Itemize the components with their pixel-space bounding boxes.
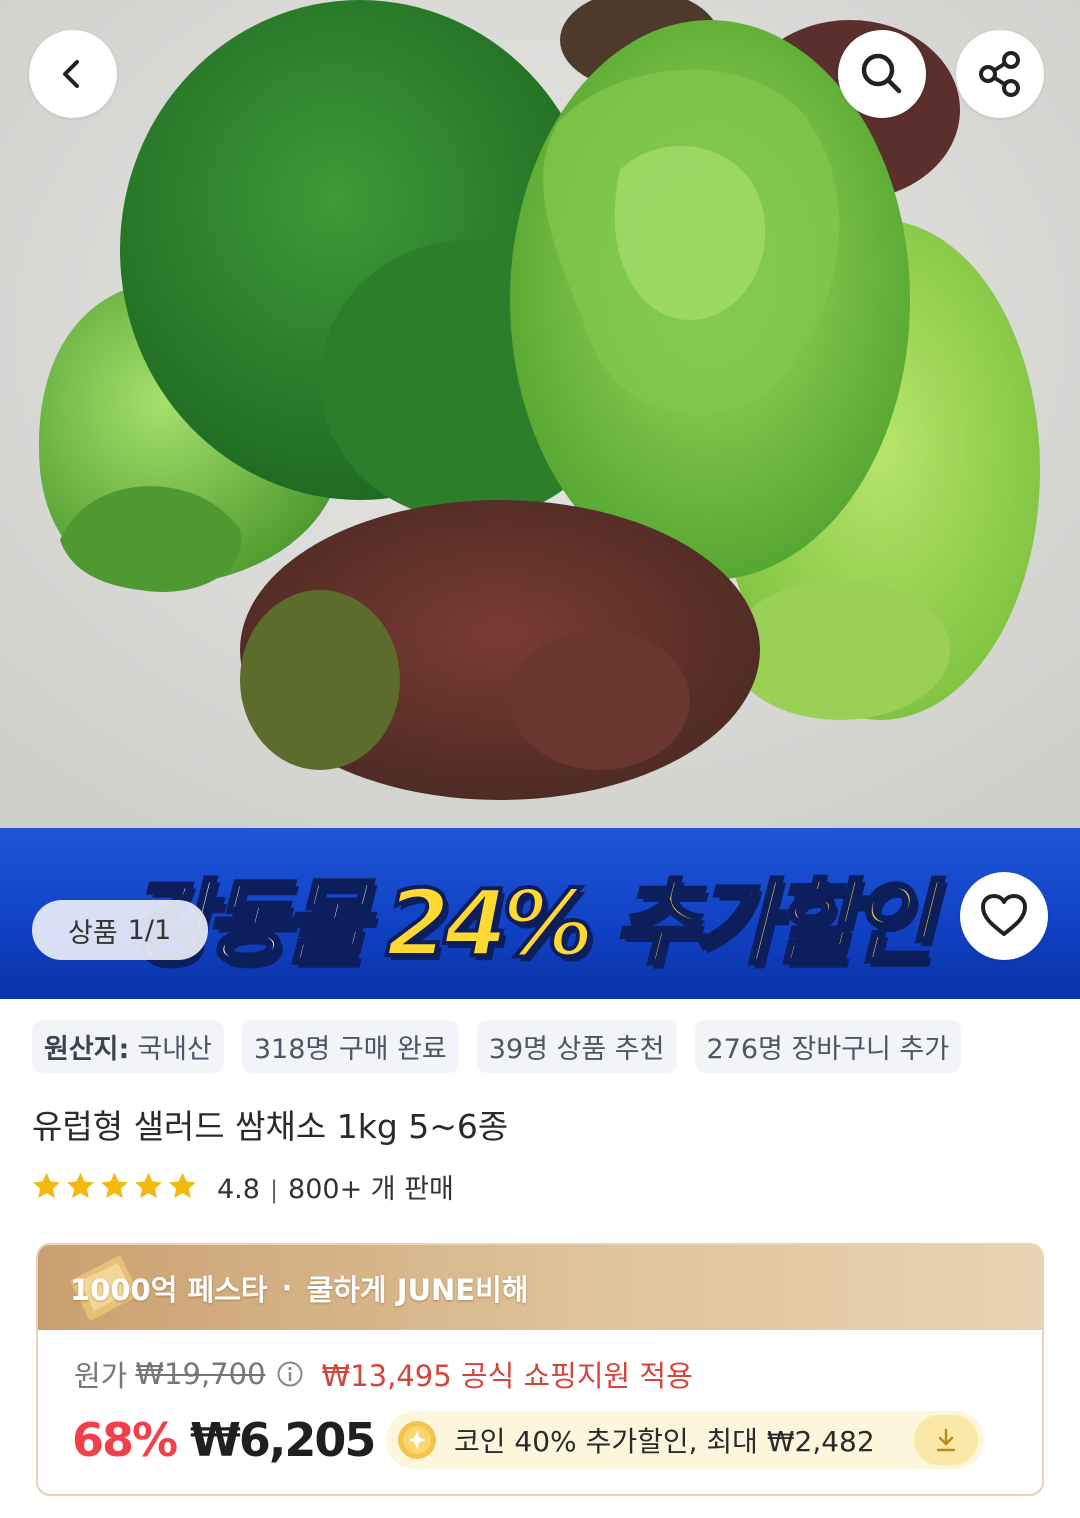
salad-greens-photo: [0, 0, 1080, 828]
coin-discount-text: 코인 40% 추가할인, 최대 ₩2,482: [454, 1425, 875, 1458]
event-name: 1000억 페스타: [70, 1272, 268, 1307]
image-pager: 상품 1/1: [32, 900, 208, 960]
banner-discount-text: 24% 추가할인: [384, 868, 937, 979]
event-header[interactable]: 1000억 페스타 · 쿨하게 JUNE비해: [38, 1245, 1042, 1330]
product-image[interactable]: [0, 0, 1080, 828]
origin-value: 국내산: [137, 1034, 212, 1065]
origin-label: 원산지:: [44, 1034, 130, 1065]
coin-discount-button[interactable]: 코인 40% 추가할인, 최대 ₩2,482: [386, 1411, 984, 1469]
recommend-count: 39명 상품 추천: [488, 1034, 665, 1065]
info-chips: 원산지: 국내산 318명 구매 완료 39명 상품 추천 276명 장바구니 …: [32, 1020, 962, 1073]
discount-percent: 68%: [72, 1413, 178, 1467]
search-icon: [861, 53, 902, 94]
event-dot: ·: [281, 1270, 293, 1305]
star-icon: [33, 1172, 60, 1198]
original-price-label: 원가: [74, 1359, 128, 1393]
original-price: ₩19,700: [135, 1357, 266, 1391]
separator: |: [269, 1175, 279, 1204]
pager-count: 1/1: [127, 914, 172, 946]
sold-count: 800+ 개 판매: [288, 1173, 454, 1205]
star-icon: [135, 1172, 162, 1198]
info-icon[interactable]: [276, 1360, 304, 1388]
star-rating: [30, 1170, 199, 1203]
favorite-button[interactable]: [960, 872, 1048, 960]
purchase-count: 318명 구매 완료: [253, 1034, 447, 1065]
final-price-row: 68% ₩6,205: [72, 1405, 376, 1475]
download-coupon-button[interactable]: [914, 1415, 978, 1465]
event-subtitle: 쿨하게 JUNE비해: [306, 1272, 529, 1307]
chevron-left-icon: [63, 60, 79, 88]
origin-chip: 원산지: 국내산: [32, 1020, 224, 1073]
star-icon: [101, 1172, 128, 1198]
pager-label: 상품: [68, 917, 118, 949]
recommend-count-chip: 39명 상품 추천: [476, 1020, 677, 1073]
purchase-count-chip: 318명 구매 완료: [241, 1020, 459, 1073]
price-card: 1000억 페스타 · 쿨하게 JUNE비해 원가 ₩19,700 ₩13,49…: [36, 1243, 1044, 1496]
banner-headline: 강동몰 24% 추가할인: [124, 850, 937, 980]
heart-icon: [981, 894, 1027, 936]
share-icon: [979, 51, 1020, 97]
official-support-price: ₩13,495 공식 쇼핑지원 적용: [321, 1359, 693, 1393]
download-icon: [936, 1428, 956, 1452]
rating-value: 4.8: [217, 1173, 260, 1205]
search-button[interactable]: [838, 30, 926, 118]
original-price-row: 원가 ₩19,700 ₩13,495 공식 쇼핑지원 적용: [74, 1353, 693, 1395]
cart-count-chip: 276명 장바구니 추가: [694, 1020, 962, 1073]
rating-row[interactable]: 4.8 | 800+ 개 판매: [30, 1166, 454, 1206]
share-button[interactable]: [956, 30, 1044, 118]
cart-count: 276명 장바구니 추가: [706, 1034, 950, 1065]
product-title: 유럽형 샐러드 쌈채소 1kg 5~6종: [32, 1107, 509, 1146]
final-price: ₩6,205: [190, 1413, 376, 1467]
rating-summary: 4.8 | 800+ 개 판매: [217, 1167, 454, 1206]
coin-icon: [398, 1421, 436, 1459]
star-icon: [67, 1172, 94, 1198]
star-icon: [169, 1172, 196, 1198]
back-button[interactable]: [29, 30, 117, 118]
